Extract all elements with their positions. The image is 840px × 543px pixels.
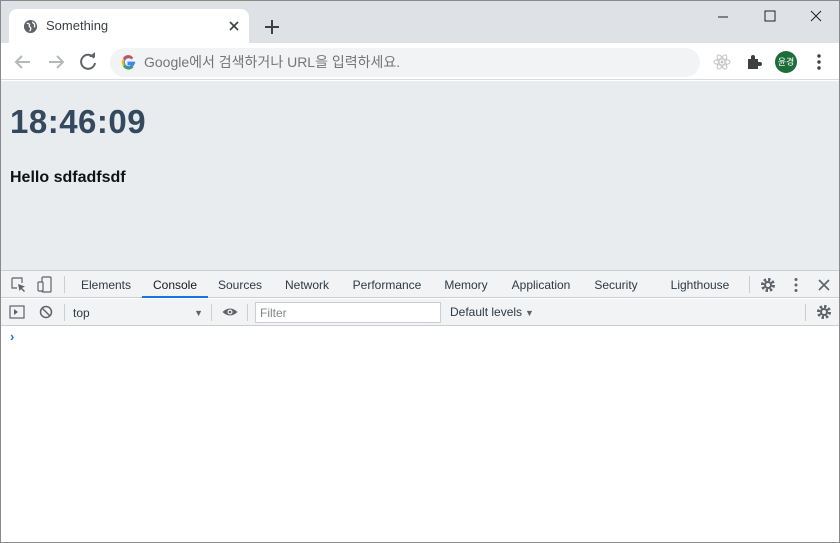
address-input[interactable] [144, 48, 684, 77]
browser-toolbar: 윤경 [1, 43, 839, 80]
title-bar: Something [1, 1, 839, 43]
globe-icon [23, 19, 38, 34]
inspect-element-icon[interactable] [10, 276, 28, 294]
separator [64, 304, 65, 321]
browser-window: Something Google에서 검색하거나 URL을 입력하세요. 윤경 … [0, 0, 840, 543]
tab-security[interactable]: Security [586, 271, 646, 298]
extensions-puzzle-icon[interactable] [744, 52, 764, 72]
page-content: 18:46:09 Hello sdfadfsdf [1, 81, 839, 270]
tab-memory[interactable]: Memory [435, 271, 497, 298]
devtools-menu-icon[interactable] [787, 276, 805, 294]
log-levels-dropdown[interactable]: Default levels ▼ [450, 305, 534, 319]
clock-display: 18:46:09 [10, 103, 147, 140]
browser-tab[interactable]: Something [9, 9, 249, 43]
device-toolbar-icon[interactable] [36, 276, 54, 294]
dropdown-arrow-icon: ▼ [194, 308, 203, 318]
console-filter-input[interactable] [255, 302, 441, 323]
context-selector[interactable]: top ▼ [73, 304, 205, 322]
close-devtools-icon[interactable] [815, 276, 833, 294]
settings-gear-icon[interactable] [759, 276, 777, 294]
tab-performance[interactable]: Performance [345, 271, 429, 298]
log-levels-label: Default levels [450, 305, 523, 319]
devtools-panel: Elements Console Sources Network Perform… [1, 270, 839, 542]
maximize-icon[interactable] [746, 5, 792, 29]
separator [247, 304, 248, 321]
tab-console[interactable]: Console [142, 271, 208, 298]
clear-console-icon[interactable] [37, 303, 55, 321]
console-output[interactable]: › [1, 327, 839, 542]
live-expression-eye-icon[interactable] [221, 303, 239, 321]
minimize-icon[interactable] [700, 5, 746, 29]
react-devtools-icon[interactable] [712, 52, 732, 72]
separator [805, 304, 806, 321]
context-value: top [73, 306, 90, 320]
console-settings-gear-icon[interactable] [815, 303, 833, 321]
reload-icon[interactable] [77, 51, 99, 73]
tab-elements[interactable]: Elements [72, 271, 140, 298]
greeting-text: Hello sdfadfsdf [10, 169, 126, 186]
tab-network[interactable]: Network [273, 271, 341, 298]
tab-sources[interactable]: Sources [209, 271, 271, 298]
separator [64, 276, 65, 293]
console-prompt-icon: › [10, 329, 15, 344]
browser-menu-icon[interactable] [809, 52, 829, 72]
tab-application[interactable]: Application [502, 271, 580, 298]
dropdown-arrow-icon: ▼ [525, 308, 534, 318]
tab-title: Something [46, 18, 109, 33]
sidebar-toggle-icon[interactable] [8, 303, 26, 321]
window-close-icon[interactable] [792, 5, 838, 29]
devtools-tab-bar: Elements Console Sources Network Perform… [1, 271, 839, 298]
close-tab-icon[interactable] [225, 17, 243, 35]
profile-avatar[interactable]: 윤경 [775, 51, 797, 73]
forward-arrow-icon[interactable] [45, 51, 67, 73]
google-logo-icon [121, 55, 136, 70]
separator [749, 276, 750, 293]
new-tab-icon[interactable] [261, 16, 283, 38]
console-toolbar: top ▼ Default levels▼ [1, 299, 839, 326]
tab-lighthouse[interactable]: Lighthouse [661, 271, 739, 298]
omnibox[interactable] [110, 48, 700, 77]
separator [211, 304, 212, 321]
back-arrow-icon[interactable] [12, 51, 34, 73]
